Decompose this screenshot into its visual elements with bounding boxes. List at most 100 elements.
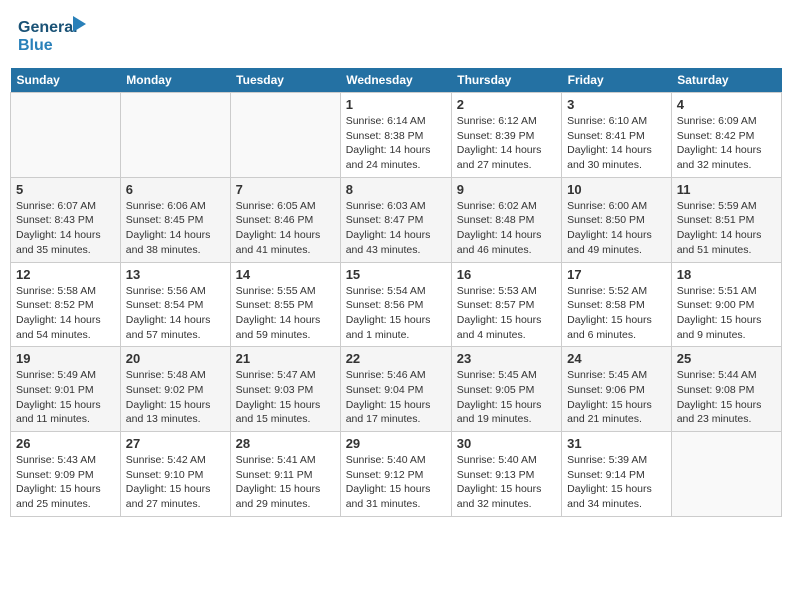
day-number: 18	[677, 267, 776, 282]
day-info: Sunrise: 5:54 AM Sunset: 8:56 PM Dayligh…	[346, 284, 446, 343]
calendar-cell: 14 Sunrise: 5:55 AM Sunset: 8:55 PM Dayli…	[230, 262, 340, 347]
day-info: Sunrise: 6:02 AM Sunset: 8:48 PM Dayligh…	[457, 199, 556, 258]
day-number: 14	[236, 267, 335, 282]
day-info: Sunrise: 5:47 AM Sunset: 9:03 PM Dayligh…	[236, 368, 335, 427]
calendar-cell: 6 Sunrise: 6:06 AM Sunset: 8:45 PM Daylig…	[120, 177, 230, 262]
day-info: Sunrise: 5:53 AM Sunset: 8:57 PM Dayligh…	[457, 284, 556, 343]
day-number: 22	[346, 351, 446, 366]
day-info: Sunrise: 6:00 AM Sunset: 8:50 PM Dayligh…	[567, 199, 666, 258]
day-number: 24	[567, 351, 666, 366]
calendar-cell: 5 Sunrise: 6:07 AM Sunset: 8:43 PM Daylig…	[11, 177, 121, 262]
day-number: 2	[457, 97, 556, 112]
day-number: 3	[567, 97, 666, 112]
day-number: 19	[16, 351, 115, 366]
calendar-cell	[230, 93, 340, 178]
day-info: Sunrise: 5:42 AM Sunset: 9:10 PM Dayligh…	[126, 453, 225, 512]
day-info: Sunrise: 5:45 AM Sunset: 9:05 PM Dayligh…	[457, 368, 556, 427]
day-info: Sunrise: 5:51 AM Sunset: 9:00 PM Dayligh…	[677, 284, 776, 343]
weekday-header: Monday	[120, 68, 230, 93]
calendar-cell: 25 Sunrise: 5:44 AM Sunset: 9:08 PM Dayli…	[671, 347, 781, 432]
day-number: 20	[126, 351, 225, 366]
day-info: Sunrise: 5:58 AM Sunset: 8:52 PM Dayligh…	[16, 284, 115, 343]
calendar-cell: 18 Sunrise: 5:51 AM Sunset: 9:00 PM Dayli…	[671, 262, 781, 347]
calendar-cell: 27 Sunrise: 5:42 AM Sunset: 9:10 PM Dayli…	[120, 432, 230, 517]
day-number: 26	[16, 436, 115, 451]
day-info: Sunrise: 5:44 AM Sunset: 9:08 PM Dayligh…	[677, 368, 776, 427]
calendar-cell: 21 Sunrise: 5:47 AM Sunset: 9:03 PM Dayli…	[230, 347, 340, 432]
calendar-cell: 3 Sunrise: 6:10 AM Sunset: 8:41 PM Daylig…	[562, 93, 672, 178]
calendar-cell: 7 Sunrise: 6:05 AM Sunset: 8:46 PM Daylig…	[230, 177, 340, 262]
day-info: Sunrise: 6:03 AM Sunset: 8:47 PM Dayligh…	[346, 199, 446, 258]
day-number: 11	[677, 182, 776, 197]
calendar-cell: 19 Sunrise: 5:49 AM Sunset: 9:01 PM Dayli…	[11, 347, 121, 432]
calendar-cell: 2 Sunrise: 6:12 AM Sunset: 8:39 PM Daylig…	[451, 93, 561, 178]
calendar-table: SundayMondayTuesdayWednesdayThursdayFrid…	[10, 68, 782, 517]
calendar-cell: 8 Sunrise: 6:03 AM Sunset: 8:47 PM Daylig…	[340, 177, 451, 262]
calendar-cell: 10 Sunrise: 6:00 AM Sunset: 8:50 PM Dayli…	[562, 177, 672, 262]
day-info: Sunrise: 5:56 AM Sunset: 8:54 PM Dayligh…	[126, 284, 225, 343]
calendar-week-row: 12 Sunrise: 5:58 AM Sunset: 8:52 PM Dayli…	[11, 262, 782, 347]
day-number: 30	[457, 436, 556, 451]
day-info: Sunrise: 5:39 AM Sunset: 9:14 PM Dayligh…	[567, 453, 666, 512]
day-info: Sunrise: 6:09 AM Sunset: 8:42 PM Dayligh…	[677, 114, 776, 173]
calendar-cell: 22 Sunrise: 5:46 AM Sunset: 9:04 PM Dayli…	[340, 347, 451, 432]
day-info: Sunrise: 6:06 AM Sunset: 8:45 PM Dayligh…	[126, 199, 225, 258]
weekday-header: Tuesday	[230, 68, 340, 93]
calendar-cell: 17Sunrise: 5:52 AM Sunset: 8:58 PM Dayli…	[562, 262, 672, 347]
weekday-header: Sunday	[11, 68, 121, 93]
page-header: GeneralBlue	[10, 10, 782, 60]
day-info: Sunrise: 6:10 AM Sunset: 8:41 PM Dayligh…	[567, 114, 666, 173]
day-number: 23	[457, 351, 556, 366]
day-info: Sunrise: 5:59 AM Sunset: 8:51 PM Dayligh…	[677, 199, 776, 258]
day-number: 25	[677, 351, 776, 366]
day-number: 17	[567, 267, 666, 282]
day-info: Sunrise: 5:43 AM Sunset: 9:09 PM Dayligh…	[16, 453, 115, 512]
day-info: Sunrise: 6:12 AM Sunset: 8:39 PM Dayligh…	[457, 114, 556, 173]
logo-svg: GeneralBlue	[18, 14, 88, 56]
logo: GeneralBlue	[18, 14, 88, 56]
calendar-cell: 31Sunrise: 5:39 AM Sunset: 9:14 PM Dayli…	[562, 432, 672, 517]
day-number: 21	[236, 351, 335, 366]
day-number: 28	[236, 436, 335, 451]
day-number: 16	[457, 267, 556, 282]
day-info: Sunrise: 6:14 AM Sunset: 8:38 PM Dayligh…	[346, 114, 446, 173]
calendar-cell: 16 Sunrise: 5:53 AM Sunset: 8:57 PM Dayli…	[451, 262, 561, 347]
svg-text:Blue: Blue	[18, 37, 53, 54]
day-number: 13	[126, 267, 225, 282]
day-number: 27	[126, 436, 225, 451]
day-info: Sunrise: 6:05 AM Sunset: 8:46 PM Dayligh…	[236, 199, 335, 258]
day-info: Sunrise: 5:55 AM Sunset: 8:55 PM Dayligh…	[236, 284, 335, 343]
calendar-cell: 30 Sunrise: 5:40 AM Sunset: 9:13 PM Dayli…	[451, 432, 561, 517]
calendar-cell	[11, 93, 121, 178]
calendar-cell: 24 Sunrise: 5:45 AM Sunset: 9:06 PM Dayli…	[562, 347, 672, 432]
calendar-cell: 20Sunrise: 5:48 AM Sunset: 9:02 PM Dayli…	[120, 347, 230, 432]
day-number: 12	[16, 267, 115, 282]
day-info: Sunrise: 5:40 AM Sunset: 9:13 PM Dayligh…	[457, 453, 556, 512]
calendar-cell: 13 Sunrise: 5:56 AM Sunset: 8:54 PM Dayli…	[120, 262, 230, 347]
day-info: Sunrise: 5:40 AM Sunset: 9:12 PM Dayligh…	[346, 453, 446, 512]
day-number: 4	[677, 97, 776, 112]
calendar-week-row: 26 Sunrise: 5:43 AM Sunset: 9:09 PM Dayli…	[11, 432, 782, 517]
weekday-header: Saturday	[671, 68, 781, 93]
day-number: 9	[457, 182, 556, 197]
day-number: 5	[16, 182, 115, 197]
calendar-week-row: 5 Sunrise: 6:07 AM Sunset: 8:43 PM Daylig…	[11, 177, 782, 262]
day-info: Sunrise: 5:45 AM Sunset: 9:06 PM Dayligh…	[567, 368, 666, 427]
calendar-cell: 23 Sunrise: 5:45 AM Sunset: 9:05 PM Dayli…	[451, 347, 561, 432]
weekday-header: Wednesday	[340, 68, 451, 93]
weekday-header: Thursday	[451, 68, 561, 93]
calendar-header-row: SundayMondayTuesdayWednesdayThursdayFrid…	[11, 68, 782, 93]
calendar-cell: 4 Sunrise: 6:09 AM Sunset: 8:42 PM Daylig…	[671, 93, 781, 178]
day-info: Sunrise: 6:07 AM Sunset: 8:43 PM Dayligh…	[16, 199, 115, 258]
day-number: 7	[236, 182, 335, 197]
calendar-cell: 29 Sunrise: 5:40 AM Sunset: 9:12 PM Dayli…	[340, 432, 451, 517]
day-info: Sunrise: 5:46 AM Sunset: 9:04 PM Dayligh…	[346, 368, 446, 427]
day-info: Sunrise: 5:49 AM Sunset: 9:01 PM Dayligh…	[16, 368, 115, 427]
day-number: 10	[567, 182, 666, 197]
svg-text:General: General	[18, 19, 78, 36]
calendar-cell: 9 Sunrise: 6:02 AM Sunset: 8:48 PM Daylig…	[451, 177, 561, 262]
day-number: 29	[346, 436, 446, 451]
day-number: 6	[126, 182, 225, 197]
calendar-cell: 1Sunrise: 6:14 AM Sunset: 8:38 PM Daylig…	[340, 93, 451, 178]
day-number: 8	[346, 182, 446, 197]
